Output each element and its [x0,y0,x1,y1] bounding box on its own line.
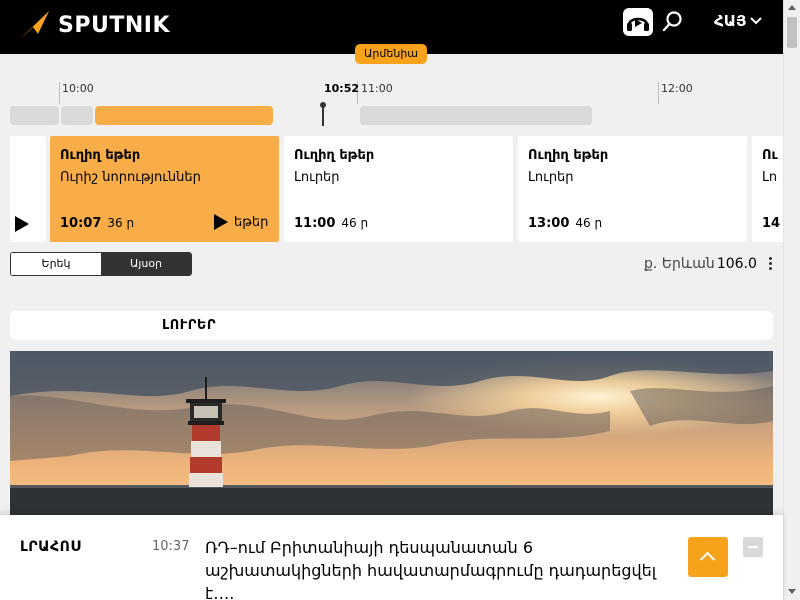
sputnik-logo[interactable]: SPUTNIK [18,8,170,42]
language-switcher[interactable]: ՀԱՅ [714,12,763,30]
program-card-previous[interactable] [10,136,46,242]
timeline-now-marker [320,102,326,126]
live-headline[interactable]: ՌԴ–ում Բրիտանիայի դեսպանատան 6 աշխատակից… [205,536,685,600]
yesterday-button[interactable]: Երեկ [11,253,101,275]
card-subtitle: Ուրիշ նորություններ [60,170,201,185]
news-tab[interactable]: ԼՈՒՐԵՐ [10,311,773,340]
card-time-value: 10:07 [60,216,102,231]
news-photo-lighthouse[interactable] [10,351,773,515]
timeline-tick-label: 10:00 [62,82,94,95]
card-time-value: 11:00 [294,216,336,231]
minimize-button[interactable] [743,537,763,557]
page-scrollbar[interactable] [783,0,800,600]
timeline-tick-label: 12:00 [661,82,693,95]
station-city: ք. Երևան [644,256,715,272]
logo-text: SPUTNIK [58,12,170,38]
language-label: ՀԱՅ [714,12,747,30]
card-subtitle: Լուրեր [294,170,340,185]
program-card[interactable]: Ուղիղ եթեր Ուրիշ նորություններ 10:07 36 ր… [50,136,279,242]
program-card[interactable]: Ու Լո 14 [752,136,783,242]
card-title: Ուղիղ եթեր [528,148,609,163]
timeline-now-label: 10:52 [324,82,360,95]
card-duration: 46 ր [575,216,603,230]
region-badge[interactable]: Արմենիա [355,44,428,64]
chevron-down-icon [750,17,763,25]
more-menu-icon[interactable] [769,257,773,271]
program-card[interactable]: Ուղիղ եթեր Լուրեր 13:00 46 ր [518,136,747,242]
play-icon[interactable] [15,216,29,232]
live-news-bar: ԼՐԱՀՈՍ 10:37 ՌԴ–ում Բրիտանիայի դեսպանատա… [0,515,783,600]
expand-up-button[interactable] [688,537,728,577]
card-time: 10:07 36 ր [60,216,134,231]
timeline-segment-current[interactable] [95,106,273,125]
program-cards: Ուղիղ եթեր Ուրիշ նորություններ 10:07 36 ր… [10,136,783,242]
today-button[interactable]: Այսօր [101,253,191,275]
timeline-tick [59,82,60,104]
card-subtitle: Լո [762,170,778,185]
card-title: Ուղիղ եթեր [60,148,141,163]
timeline-tick [658,82,659,104]
card-duration: 36 ր [107,216,135,230]
timeline-segment[interactable] [10,106,59,125]
play-icon [214,214,228,230]
card-time: 11:00 46 ր [294,216,368,231]
play-label: եթեր [234,214,269,230]
day-toggle: Երեկ Այսօր [10,252,192,276]
station-frequency: 106.0 [716,256,757,272]
radio-icon[interactable] [623,8,653,36]
card-time: 14 [762,216,780,231]
scroll-thumb[interactable] [787,17,797,48]
card-time-value: 14 [762,216,781,231]
live-label: ԼՐԱՀՈՍ [20,539,82,555]
program-card[interactable]: Ուղիղ եթեր Լուրեր 11:00 46 ր [284,136,513,242]
station-info: ք. Երևան 106.0 [644,256,757,272]
card-title: Ու [762,148,778,163]
timeline-segment[interactable] [61,106,93,125]
card-time: 13:00 46 ր [528,216,602,231]
timeline-segment[interactable] [360,106,592,125]
scroll-down-arrow-icon[interactable] [788,589,796,594]
search-icon[interactable] [662,10,684,32]
card-title: Ուղիղ եթեր [294,148,375,163]
live-play-button[interactable]: եթեր [214,214,268,230]
news-tab-label: ԼՈՒՐԵՐ [162,318,217,333]
schedule-timeline[interactable]: 10:00 11:00 12:00 10:52 [10,76,783,128]
scroll-up-arrow-icon[interactable] [788,5,796,10]
live-time: 10:37 [152,539,190,554]
card-subtitle: Լուրեր [528,170,574,185]
card-time-value: 13:00 [528,216,570,231]
timeline-tick-label: 11:00 [361,82,393,95]
card-duration: 46 ր [341,216,369,230]
sputnik-logo-icon [20,11,49,39]
